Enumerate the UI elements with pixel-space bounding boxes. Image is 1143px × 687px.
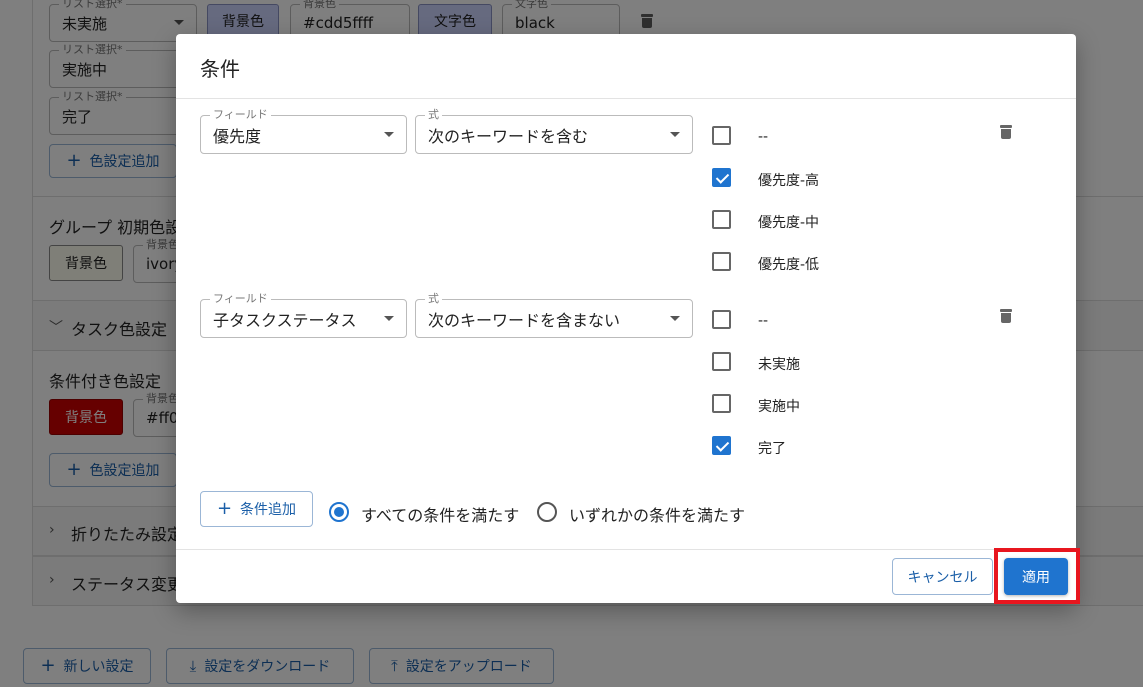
- condition-1-field-select[interactable]: フィールド 優先度: [200, 108, 407, 154]
- chevron-down-icon: [670, 315, 680, 321]
- delete-condition-2-icon[interactable]: [1000, 309, 1012, 323]
- condition-1-option-checkbox[interactable]: [712, 126, 731, 145]
- chevron-down-icon: [384, 315, 394, 321]
- conditions-dialog: 条件 フィールド 優先度 式 次のキーワードを含む -- 優先度-高 優先度-中…: [176, 34, 1076, 603]
- condition-1-option-label: 優先度-低: [758, 257, 820, 273]
- condition-2-option-checkbox[interactable]: [712, 394, 731, 413]
- cancel-button[interactable]: キャンセル: [892, 558, 993, 595]
- condition-2-option-label: --: [758, 313, 769, 329]
- condition-1-option-label: --: [758, 129, 769, 145]
- match-any-label: いずれかの条件を満たす: [569, 506, 746, 525]
- condition-1-option-checkbox[interactable]: [712, 168, 731, 187]
- condition-2-field-select[interactable]: フィールド 子タスクステータス: [200, 292, 407, 338]
- dialog-header-divider: [176, 98, 1076, 99]
- condition-2-option-label: 未実施: [758, 357, 800, 373]
- dialog-footer-divider: [176, 549, 1076, 550]
- condition-1-option-label: 優先度-高: [758, 173, 820, 189]
- match-all-label: すべての条件を満たす: [361, 506, 520, 525]
- condition-2-option-label: 実施中: [758, 399, 800, 415]
- condition-1-option-checkbox[interactable]: [712, 252, 731, 271]
- condition-1-option-label: 優先度-中: [758, 215, 820, 231]
- chevron-down-icon: [384, 131, 394, 137]
- add-condition-button[interactable]: + 条件追加: [200, 491, 313, 527]
- plus-icon: +: [216, 498, 233, 519]
- condition-1-expression-select[interactable]: 式 次のキーワードを含む: [415, 108, 693, 154]
- condition-2-option-checkbox[interactable]: [712, 436, 731, 455]
- condition-2-option-label: 完了: [758, 441, 786, 457]
- match-any-radio[interactable]: [537, 502, 557, 522]
- match-all-radio[interactable]: [329, 502, 349, 522]
- dialog-title: 条件: [200, 57, 240, 81]
- condition-2-option-checkbox[interactable]: [712, 352, 731, 371]
- condition-1-option-checkbox[interactable]: [712, 210, 731, 229]
- chevron-down-icon: [670, 131, 680, 137]
- delete-condition-1-icon[interactable]: [1000, 125, 1012, 139]
- condition-2-option-checkbox[interactable]: [712, 310, 731, 329]
- condition-2-expression-select[interactable]: 式 次のキーワードを含まない: [415, 292, 693, 338]
- apply-button-highlight: [994, 548, 1080, 604]
